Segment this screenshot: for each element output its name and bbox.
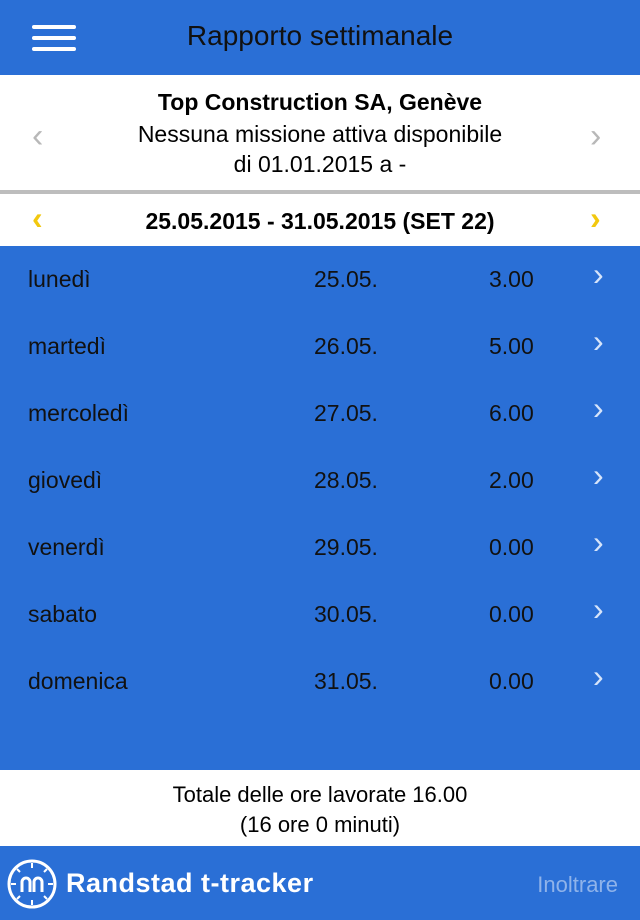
previous-assignment-chevron-left-icon[interactable]: ‹ — [32, 119, 43, 153]
chevron-right-icon[interactable]: › — [593, 392, 604, 424]
day-date: 27.05. — [314, 400, 378, 426]
day-hours: 5.00 — [489, 333, 534, 359]
week-selector: ‹ 25.05.2015 - 31.05.2015 (SET 22) › — [0, 194, 640, 246]
day-date: 26.05. — [314, 333, 378, 359]
page-title: Rapporto settimanale — [186, 20, 454, 51]
total-hours-minutes: (16 ore 0 minuti) — [239, 812, 401, 837]
day-hours: 0.00 — [489, 668, 534, 694]
day-row-friday[interactable]: venerdì 29.05. 0.00 › — [0, 514, 640, 581]
chevron-right-icon[interactable]: › — [593, 526, 604, 558]
day-row-monday[interactable]: lunedì 25.05. 3.00 › — [0, 246, 640, 313]
day-hours: 0.00 — [489, 601, 534, 627]
app-footer: Randstad t-tracker Inoltrare — [0, 846, 640, 920]
day-row-tuesday[interactable]: martedì 26.05. 5.00 › — [0, 313, 640, 380]
day-name: venerdì — [28, 534, 105, 560]
day-date: 29.05. — [314, 534, 378, 560]
day-name: martedì — [28, 333, 106, 359]
day-name: sabato — [28, 601, 98, 627]
day-row-sunday[interactable]: domenica 31.05. 0.00 › — [0, 648, 640, 715]
day-row-wednesday[interactable]: mercoledì 27.05. 6.00 › — [0, 380, 640, 447]
randstad-clock-logo-icon — [7, 859, 57, 909]
chevron-right-icon[interactable]: › — [593, 325, 604, 357]
day-date: 25.05. — [314, 266, 378, 292]
chevron-right-icon[interactable]: › — [593, 593, 604, 625]
day-name: domenica — [28, 668, 128, 694]
brand-name: Randstad t-tracker — [66, 868, 314, 898]
day-date: 31.05. — [314, 668, 378, 694]
day-name: lunedì — [28, 266, 91, 292]
day-hours: 3.00 — [489, 266, 534, 292]
day-hours: 6.00 — [489, 400, 534, 426]
day-list: lunedì 25.05. 3.00 › martedì 26.05. 5.00… — [0, 246, 640, 770]
next-week-chevron-right-icon[interactable]: › — [590, 202, 601, 234]
chevron-right-icon[interactable]: › — [593, 258, 604, 290]
day-row-saturday[interactable]: sabato 30.05. 0.00 › — [0, 581, 640, 648]
company-name: Top Construction SA, Genève — [157, 89, 483, 115]
weekly-totals: Totale delle ore lavorate 16.00 (16 ore … — [0, 770, 640, 846]
day-name: giovedì — [28, 467, 103, 493]
chevron-right-icon[interactable]: › — [593, 459, 604, 491]
day-date: 30.05. — [314, 601, 378, 627]
day-hours: 2.00 — [489, 467, 534, 493]
day-hours: 0.00 — [489, 534, 534, 560]
next-assignment-chevron-right-icon[interactable]: › — [590, 119, 601, 153]
total-hours: Totale delle ore lavorate 16.00 — [172, 782, 468, 807]
day-date: 28.05. — [314, 467, 378, 493]
day-name: mercoledì — [28, 400, 129, 426]
day-row-thursday[interactable]: giovedì 28.05. 2.00 › — [0, 447, 640, 514]
assignment-status: Nessuna missione attiva disponibile — [137, 121, 503, 147]
app-header: Rapporto settimanale — [0, 0, 640, 75]
send-button[interactable]: Inoltrare — [537, 872, 618, 898]
assignment-period: di 01.01.2015 a - — [233, 151, 407, 177]
chevron-right-icon[interactable]: › — [593, 660, 604, 692]
assignment-panel: ‹ Top Construction SA, Genève Nessuna mi… — [0, 75, 640, 190]
week-label: 25.05.2015 - 31.05.2015 (SET 22) — [145, 208, 495, 234]
